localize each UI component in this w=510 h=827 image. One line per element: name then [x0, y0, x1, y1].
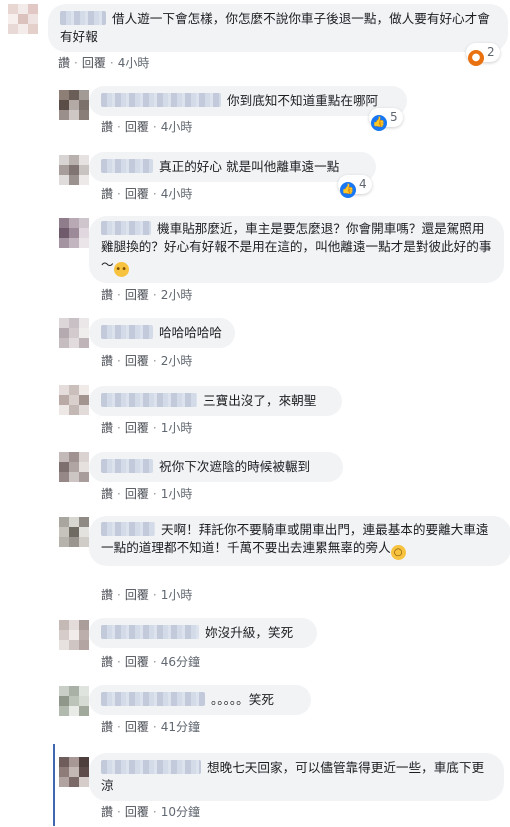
comment-bubble: 你到底知不知道重點在哪阿: [89, 86, 407, 116]
comment-actions: 讚 · 回覆 · 2小時: [101, 354, 193, 368]
comment-text: 天啊！拜託你不要騎車或開車出門，連最基本的要離大車遠一點的道理都不知道！千萬不要…: [101, 522, 489, 555]
commenter-name[interactable]: [101, 159, 153, 173]
timestamp[interactable]: 41分鐘: [161, 720, 200, 734]
timestamp[interactable]: 10分鐘: [161, 805, 200, 819]
avatar[interactable]: [8, 4, 38, 34]
commenter-name[interactable]: [101, 760, 201, 774]
like-link[interactable]: 讚: [101, 288, 113, 302]
avatar[interactable]: [59, 452, 89, 482]
reaction-count[interactable]: 👍 4: [338, 175, 372, 198]
comment-bubble: 。。。。。笑死: [89, 685, 311, 715]
reply-link[interactable]: 回覆: [125, 354, 149, 368]
commenter-name[interactable]: [101, 93, 221, 107]
comment-actions: 讚 · 回覆 · 2小時: [101, 288, 193, 302]
avatar[interactable]: [59, 757, 89, 787]
comment-text: 妳沒升級，笑死: [205, 625, 294, 640]
like-link[interactable]: 讚: [101, 120, 113, 134]
like-link[interactable]: 讚: [101, 588, 113, 602]
thumbs-up-icon: 👍: [371, 115, 387, 131]
commenter-name[interactable]: [101, 625, 199, 639]
comment-bubble: 借人遊一下會怎樣，你怎麼不說你車子後退一點，做人要有好心才會有好報: [48, 4, 508, 52]
comment-actions: 讚 · 回覆 · 4小時: [101, 187, 193, 201]
comment-bubble: 祝你下次遮陰的時候被輾到: [89, 452, 343, 482]
comment-bubble: 機車貼那麼近，車主是要怎麼退？你會開車嗎？還是駕照用雞腿換的？好心有好報不是用在…: [89, 216, 504, 283]
reaction-count[interactable]: ● 2: [466, 43, 500, 66]
reply-link[interactable]: 回覆: [125, 487, 149, 501]
comment-actions: 讚 · 回覆 · 41分鐘: [101, 720, 200, 734]
comment-bubble: 真正的好心 就是叫他離車遠一點: [89, 152, 376, 182]
comment-text: 三寶出沒了，來朝聖: [203, 393, 317, 408]
reaction-count[interactable]: 👍 5: [369, 108, 403, 131]
comment-bubble: 妳沒升級，笑死: [89, 618, 317, 648]
reply-link[interactable]: 回覆: [125, 720, 149, 734]
comment-actions: 讚 · 回覆 · 4小時: [101, 120, 193, 134]
reply-link[interactable]: 回覆: [125, 421, 149, 435]
rolling-eyes-emoji: ••: [113, 262, 129, 277]
reply-link[interactable]: 回覆: [125, 588, 149, 602]
like-link[interactable]: 讚: [101, 187, 113, 201]
angry-icon: ●: [468, 50, 484, 66]
avatar[interactable]: [59, 517, 89, 547]
commenter-name[interactable]: [101, 325, 153, 339]
timestamp[interactable]: 2小時: [161, 354, 193, 368]
comment-bubble: 想晚七天回家，可以儘管靠得更近一些，車底下更涼: [89, 753, 504, 801]
reply-link[interactable]: 回覆: [125, 805, 149, 819]
comment-bubble: 天啊！拜託你不要騎車或開車出門，連最基本的要離大車遠一點的道理都不知道！千萬不要…: [89, 516, 510, 566]
comment-actions: 讚 · 回覆 · 1小時: [101, 487, 193, 501]
commenter-name[interactable]: [101, 393, 197, 407]
comment-bubble: 三寶出沒了，來朝聖: [89, 386, 342, 416]
reply-link[interactable]: 回覆: [82, 56, 106, 70]
timestamp[interactable]: 4小時: [161, 120, 193, 134]
like-link[interactable]: 讚: [101, 720, 113, 734]
comment-actions: 讚 · 回覆 · 46分鐘: [101, 655, 200, 669]
comment-text: 哈哈哈哈哈: [159, 325, 222, 340]
timestamp[interactable]: 1小時: [161, 588, 193, 602]
like-link[interactable]: 讚: [101, 487, 113, 501]
avatar[interactable]: [59, 155, 89, 185]
like-link[interactable]: 讚: [101, 655, 113, 669]
timestamp[interactable]: 4小時: [161, 187, 193, 201]
commenter-name[interactable]: [60, 11, 106, 25]
timestamp[interactable]: 46分鐘: [161, 655, 200, 669]
like-link[interactable]: 讚: [101, 805, 113, 819]
timestamp[interactable]: 1小時: [161, 487, 193, 501]
reply-link[interactable]: 回覆: [125, 288, 149, 302]
comment-bubble: 哈哈哈哈哈: [89, 318, 235, 348]
avatar[interactable]: [59, 218, 89, 248]
comment-text: 。。。。。笑死: [211, 692, 274, 707]
highlight-bar: [53, 744, 55, 826]
comment-text: 祝你下次遮陰的時候被輾到: [159, 459, 311, 474]
timestamp[interactable]: 1小時: [161, 421, 193, 435]
comment-text: 機車貼那麼近，車主是要怎麼退？你會開車嗎？還是駕照用雞腿換的？好心有好報不是用在…: [101, 221, 492, 272]
comment-actions: 讚 · 回覆 · 1小時: [101, 421, 193, 435]
timestamp[interactable]: 2小時: [161, 288, 193, 302]
avatar[interactable]: [59, 318, 89, 348]
avatar[interactable]: [59, 90, 89, 120]
comment-text: 借人遊一下會怎樣，你怎麼不說你車子後退一點，做人要有好心才會有好報: [60, 11, 490, 44]
comment-text: 你到底知不知道重點在哪阿: [227, 93, 379, 108]
avatar[interactable]: [59, 620, 89, 650]
comment-actions: 讚 · 回覆 · 4小時: [58, 56, 150, 70]
thumbs-up-icon: 👍: [340, 182, 356, 198]
screaming-face-emoji: ○: [390, 545, 406, 560]
like-link[interactable]: 讚: [58, 56, 70, 70]
comment-text: 真正的好心 就是叫他離車遠一點: [159, 159, 340, 174]
reply-link[interactable]: 回覆: [125, 120, 149, 134]
reply-link[interactable]: 回覆: [125, 187, 149, 201]
avatar[interactable]: [59, 686, 89, 716]
like-link[interactable]: 讚: [101, 421, 113, 435]
reply-link[interactable]: 回覆: [125, 655, 149, 669]
commenter-name[interactable]: [101, 692, 205, 706]
timestamp[interactable]: 4小時: [118, 56, 150, 70]
comment-actions: 讚 · 回覆 · 1小時: [101, 588, 193, 602]
comment-actions: 讚 · 回覆 · 10分鐘: [101, 805, 200, 819]
avatar[interactable]: [59, 385, 89, 415]
commenter-name[interactable]: [101, 459, 153, 473]
like-link[interactable]: 讚: [101, 354, 113, 368]
commenter-name[interactable]: [101, 522, 155, 536]
commenter-name[interactable]: [101, 221, 151, 235]
